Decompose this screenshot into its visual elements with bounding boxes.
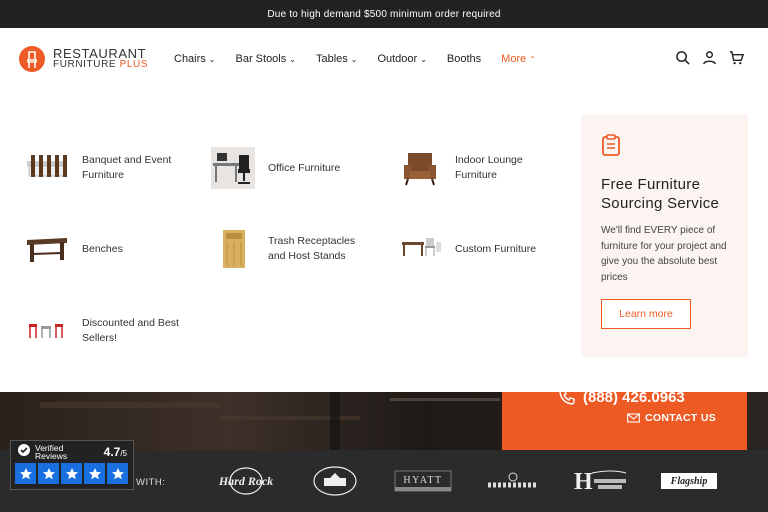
logo-line2b: PLUS <box>119 59 149 70</box>
chevron-down-icon: ⌄ <box>289 54 296 64</box>
nav-outdoor[interactable]: Outdoor ⌄ <box>377 53 426 65</box>
trash-receptacle-image <box>211 228 255 270</box>
clipboard-icon <box>601 134 728 161</box>
chevron-down-icon: ⌄ <box>208 54 216 64</box>
category-custom[interactable]: Custom Furniture <box>398 228 555 270</box>
verified-reviews-badge[interactable]: Verified Reviews 4.7/5 <box>10 440 134 490</box>
review-out-of: /5 <box>120 449 127 458</box>
category-label: Trash Receptacles and Host Stands <box>268 235 356 262</box>
holiday-inn-resort-logo: H <box>572 465 630 497</box>
star-icon <box>15 463 36 484</box>
site-header: RESTAURANT FURNITURE PLUS Chairs ⌄ Bar St… <box>0 28 768 90</box>
logo-chair-icon <box>19 46 45 72</box>
reviews-brand: Verified Reviews <box>35 443 68 461</box>
announcement-text: Due to high demand $500 minimum order re… <box>267 8 501 20</box>
main-nav: Chairs ⌄ Bar Stools ⌄ Tables ⌄ Outdoor ⌄ Boo… <box>174 28 556 90</box>
contact-us-link[interactable]: CONTACT US <box>627 412 716 424</box>
flagship-restaurant-group-logo: Flagship <box>660 465 718 497</box>
category-banquet[interactable]: Banquet and Event Furniture <box>25 147 182 189</box>
account-icon[interactable] <box>702 50 717 70</box>
category-indoor-lounge[interactable]: Indoor Lounge Furniture <box>398 147 555 189</box>
lounge-chair-image <box>398 147 442 189</box>
nav-chairs[interactable]: Chairs ⌄ <box>174 53 216 65</box>
logo-line2a: FURNITURE <box>53 59 120 70</box>
nav-tables[interactable]: Tables ⌄ <box>316 53 358 65</box>
category-label: Discounted and Best Sellers! <box>82 317 179 344</box>
white-house-logo <box>312 465 358 497</box>
category-label: Custom Furniture <box>455 242 537 255</box>
svg-text:Hard Rock: Hard Rock <box>218 474 273 488</box>
office-furniture-image <box>211 147 255 189</box>
category-label: Banquet and Event Furniture <box>82 154 172 181</box>
learn-more-button[interactable]: Learn more <box>601 299 691 329</box>
nav-bar-stools[interactable]: Bar Stools ⌄ <box>236 53 296 65</box>
custom-furniture-image <box>398 228 442 270</box>
hyatt-logo: HYATT <box>394 465 452 497</box>
logo[interactable]: RESTAURANT FURNITURE PLUS <box>19 46 148 72</box>
category-benches[interactable]: Benches <box>25 228 182 270</box>
star-half-icon <box>107 463 128 484</box>
category-label: Benches <box>82 242 123 255</box>
category-label: Indoor Lounge Furniture <box>455 154 523 181</box>
logo-line1: RESTAURANT <box>53 46 147 61</box>
discounted-items-image <box>25 310 69 352</box>
promo-title: Free Furniture Sourcing Service <box>601 176 720 212</box>
header-icons <box>675 50 745 70</box>
star-icon <box>61 463 82 484</box>
search-icon[interactable] <box>675 50 690 70</box>
chevron-down-icon: ⌄ <box>350 54 358 64</box>
cart-icon[interactable] <box>729 50 745 70</box>
svg-text:Flagship: Flagship <box>670 476 708 487</box>
category-label: Office Furniture <box>268 161 341 174</box>
bench-image <box>25 228 69 270</box>
sourcing-promo: Free Furniture Sourcing Service We'll fi… <box>581 114 748 357</box>
announcement-bar: Due to high demand $500 minimum order re… <box>0 0 768 28</box>
with-label: WITH: <box>136 477 166 488</box>
star-icon <box>84 463 105 484</box>
contact-panel: (888) 426.0963 CONTACT US <box>502 389 747 450</box>
svg-text:H: H <box>574 469 593 495</box>
verified-reviews-icon <box>17 443 31 462</box>
chevron-down-icon: ⌄ <box>420 54 427 64</box>
nav-more[interactable]: More ⌃ <box>501 53 536 65</box>
review-score: 4.7 <box>103 445 121 459</box>
category-discounted[interactable]: Discounted and Best Sellers! <box>25 310 182 352</box>
promo-text: We'll find EVERY piece of furniture for … <box>601 225 727 283</box>
svg-text:HYATT: HYATT <box>403 475 442 486</box>
category-office[interactable]: Office Furniture <box>211 147 368 189</box>
category-trash-host[interactable]: Trash Receptacles and Host Stands <box>211 228 368 270</box>
banquet-logo <box>486 465 540 497</box>
phone-icon <box>558 388 576 406</box>
phone-number: (888) 426.0963 <box>583 388 685 406</box>
star-icon <box>38 463 59 484</box>
nav-booths[interactable]: Booths <box>447 53 481 65</box>
phone-link[interactable]: (888) 426.0963 <box>558 388 685 406</box>
mail-icon <box>627 413 640 423</box>
star-rating <box>11 463 133 484</box>
banquet-furniture-image <box>25 147 69 189</box>
chevron-up-icon: ⌃ <box>529 54 536 64</box>
hard-rock-logo: Hard Rock <box>218 465 274 497</box>
mega-menu: Banquet and Event Furniture Office Furni… <box>0 90 768 392</box>
